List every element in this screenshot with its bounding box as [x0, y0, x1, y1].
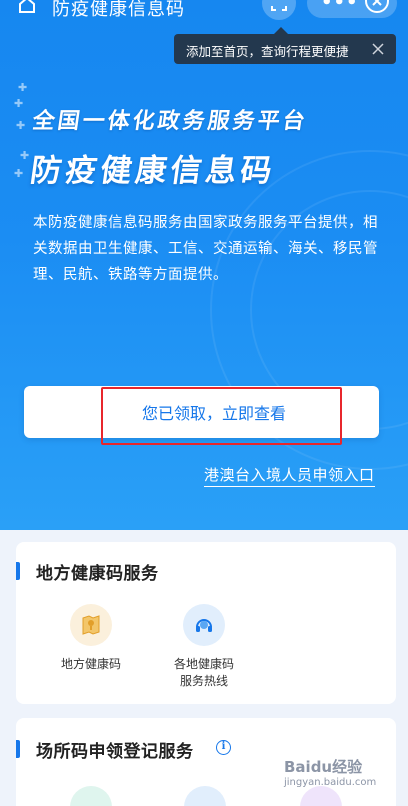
- local-health-code-label: 地方健康码: [60, 657, 121, 671]
- more-icon[interactable]: •••: [321, 0, 359, 13]
- decorative-cross-icon: ✚: [18, 81, 28, 94]
- highlight-box: [101, 387, 342, 445]
- section-title: 场所码申领登记服务: [36, 742, 194, 762]
- local-health-code-item[interactable]: 地方健康码: [36, 604, 146, 673]
- watermark-sub: jingyan.baidu.com: [284, 777, 377, 788]
- hk-macao-taiwan-entry-link[interactable]: 港澳台入境人员申领入口: [204, 464, 375, 487]
- decorative-cross-icon: ✚: [16, 119, 26, 132]
- hotline-label: 各地健康码 服务热线: [149, 656, 259, 690]
- watermark-text: Baidu经验: [284, 758, 363, 776]
- map-pin-icon: [70, 604, 112, 646]
- hotline-item[interactable]: 各地健康码 服务热线: [149, 604, 259, 690]
- tooltip-text: 添加至首页，查询行程更便捷: [186, 44, 349, 59]
- mini-program-capsule: •••: [307, 0, 397, 18]
- info-icon[interactable]: i: [216, 740, 231, 755]
- service-description: 本防疫健康信息码服务由国家政务服务平台提供，相关数据由卫生健康、工信、交通运输、…: [33, 215, 378, 283]
- local-health-code-section: 地方健康码服务 地方健康码 各地健康码 服务热线: [16, 542, 396, 704]
- hotline-label-line1: 各地健康码: [173, 657, 234, 671]
- qr-code-icon[interactable]: [184, 786, 226, 806]
- page-title: 防疫健康信息码: [52, 0, 185, 20]
- section-accent-bar: [16, 562, 20, 580]
- section-accent-bar: [16, 740, 20, 758]
- top-bar: 防疫健康信息码 •••: [0, 0, 408, 20]
- home-icon[interactable]: [18, 0, 36, 14]
- scan-icon: [271, 6, 287, 11]
- platform-title: 全国一体化政务服务平台: [30, 109, 310, 134]
- decorative-cross-icon: ✚: [20, 149, 30, 162]
- health-code-title: 防疫健康信息码: [27, 153, 279, 189]
- venue-shield-icon[interactable]: [70, 786, 112, 806]
- close-icon[interactable]: [372, 43, 384, 55]
- decorative-cross-icon: ✚: [14, 97, 24, 110]
- add-to-home-tooltip[interactable]: 添加至首页，查询行程更便捷: [174, 27, 396, 64]
- hero-banner: ✚ ✚ ✚ ✚ ✚ 防疫健康信息码 ••• 添加至首页，查询行程更便捷 全国一体…: [0, 0, 408, 530]
- hotline-label-line2: 服务热线: [179, 674, 228, 688]
- headset-icon: [183, 604, 225, 646]
- register-icon[interactable]: [300, 786, 342, 806]
- section-title: 地方健康码服务: [36, 564, 159, 584]
- watermark: Baidu经验 jingyan.baidu.com: [284, 756, 376, 788]
- scan-button[interactable]: [262, 0, 296, 20]
- close-icon[interactable]: [365, 0, 389, 13]
- decorative-cross-icon: ✚: [14, 167, 24, 180]
